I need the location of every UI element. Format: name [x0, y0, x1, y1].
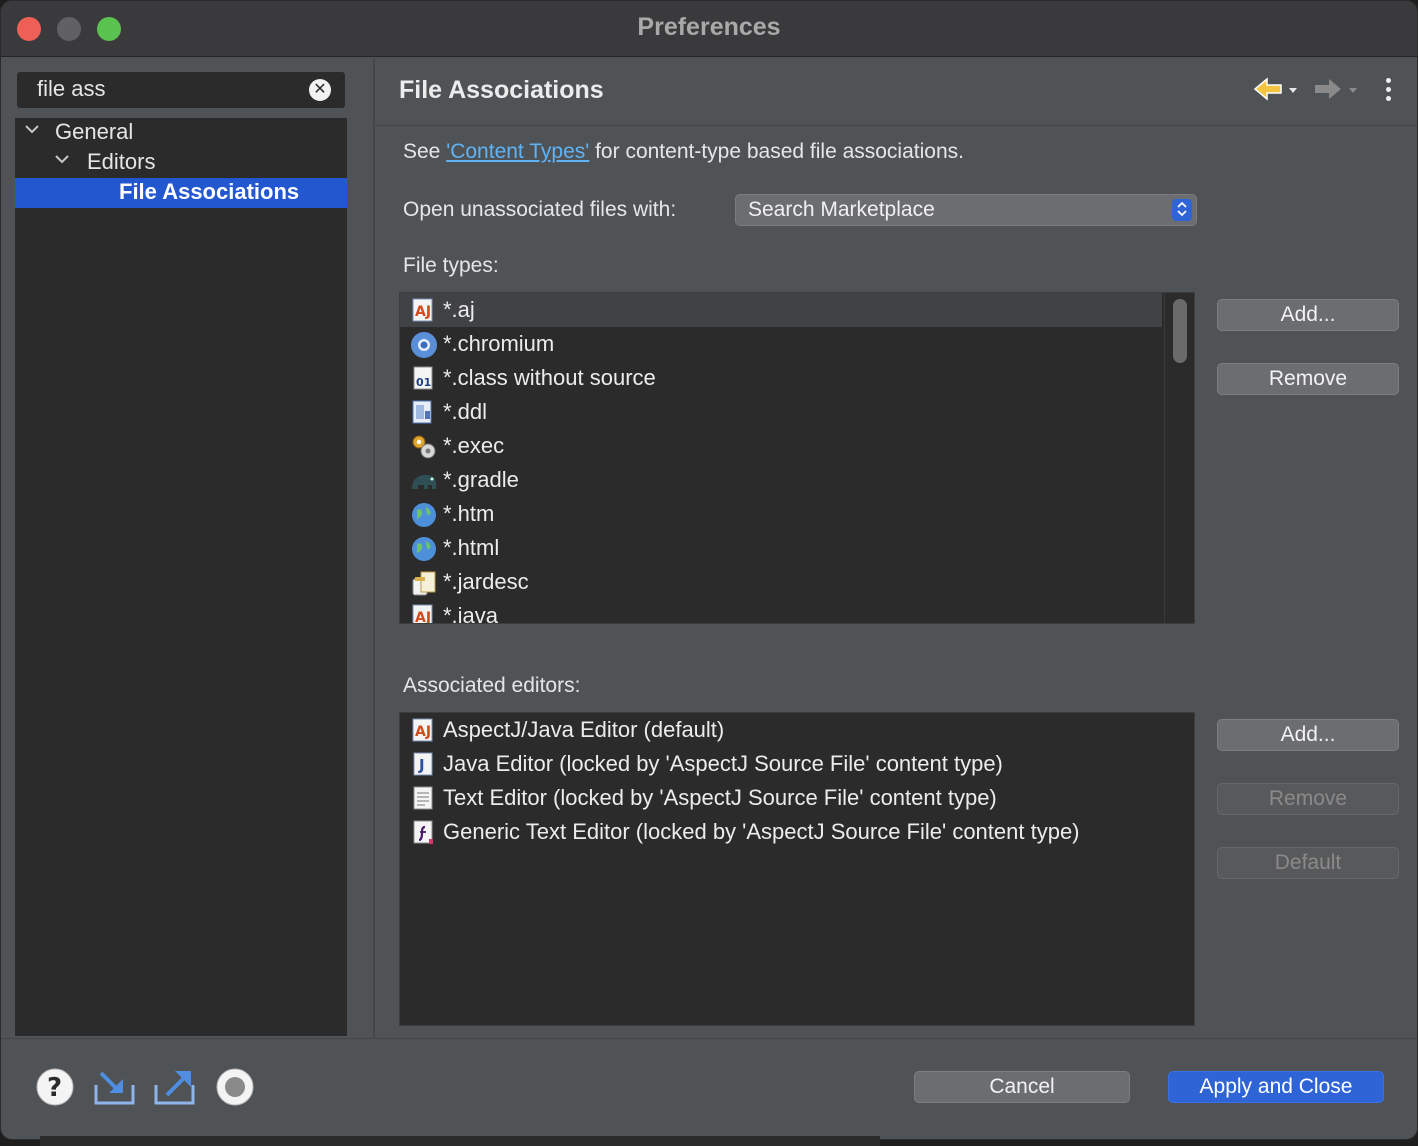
list-item[interactable]: *.ddl	[400, 395, 1162, 429]
editor-default-button[interactable]: Default	[1217, 847, 1399, 879]
chevron-down-icon[interactable]	[53, 150, 71, 173]
generic-editor-icon	[410, 819, 436, 845]
content-types-link[interactable]: 'Content Types'	[446, 140, 589, 163]
preferences-window: Preferences file ass ✕ General Editors F…	[0, 0, 1418, 1140]
file-types-label: File types:	[403, 254, 499, 277]
title-bar: Preferences	[1, 1, 1417, 57]
globe-icon	[410, 501, 436, 527]
aspectj-file-icon: AJ	[410, 297, 436, 323]
list-item-label: *.ddl	[443, 399, 488, 424]
list-item[interactable]: *.htm	[400, 497, 1162, 531]
list-item-label: *.chromium	[443, 331, 555, 356]
exec-gears-icon	[410, 433, 436, 459]
editor-remove-button[interactable]: Remove	[1217, 783, 1399, 815]
svg-text:?: ?	[47, 1073, 62, 1103]
list-item[interactable]: AJ *.java	[400, 599, 1162, 624]
list-item-label: *.java	[443, 603, 499, 624]
list-item-label: *.htm	[443, 501, 495, 526]
help-icon[interactable]: ?	[35, 1067, 75, 1107]
import-icon[interactable]	[93, 1067, 135, 1107]
list-item-label: Generic Text Editor (locked by 'AspectJ …	[443, 819, 1080, 844]
open-unassociated-label: Open unassociated files with:	[403, 198, 677, 221]
file-types-scrollbar[interactable]	[1164, 293, 1194, 623]
chromium-globe-icon	[410, 331, 437, 358]
globe-icon	[410, 535, 436, 561]
updown-chevron-icon[interactable]	[1172, 199, 1192, 221]
svg-text:01: 01	[416, 376, 431, 389]
list-item-label: *.exec	[443, 433, 505, 458]
list-item[interactable]: *.jardesc	[400, 565, 1162, 599]
record-oomph-icon[interactable]	[215, 1067, 255, 1107]
list-item[interactable]: *.gradle	[400, 463, 1162, 497]
tree-item-label: File Associations	[119, 179, 300, 204]
list-item-label: *.aj	[443, 297, 475, 322]
background-window-strip	[40, 1136, 880, 1146]
cancel-button[interactable]: Cancel	[914, 1071, 1130, 1103]
chevron-down-icon[interactable]	[23, 120, 41, 143]
list-item[interactable]: *.chromium	[400, 327, 1162, 361]
list-item[interactable]: *.html	[400, 531, 1162, 565]
list-item-label: Java Editor (locked by 'AspectJ Source F…	[443, 751, 1003, 776]
tree-item-file-associations[interactable]: File Associations	[15, 178, 347, 208]
list-item[interactable]: AJ *.aj	[400, 293, 1162, 327]
gradle-elephant-icon	[410, 467, 436, 493]
back-arrow-icon	[1253, 77, 1297, 101]
file-type-add-button[interactable]: Add...	[1217, 299, 1399, 331]
class-file-icon: 01	[410, 365, 436, 391]
preferences-navigation: file ass ✕ General Editors File Associat…	[1, 58, 373, 1038]
window-title: Preferences	[637, 13, 781, 41]
file-type-remove-button[interactable]: Remove	[1217, 363, 1399, 395]
export-icon[interactable]	[153, 1067, 195, 1107]
list-item[interactable]: Generic Text Editor (locked by 'AspectJ …	[400, 815, 1194, 849]
back-button[interactable]	[1253, 76, 1303, 106]
list-item[interactable]: *.exec	[400, 429, 1162, 463]
tree-item-editors[interactable]: Editors	[15, 148, 347, 178]
hint-suffix: for content-type based file associations…	[589, 140, 964, 163]
ddl-file-icon	[410, 399, 436, 425]
scrollbar-thumb[interactable]	[1173, 299, 1187, 363]
preference-tree: General Editors File Associations	[15, 118, 347, 1036]
list-item[interactable]: J Java Editor (locked by 'AspectJ Source…	[400, 747, 1194, 781]
svg-text:AJ: AJ	[415, 610, 431, 624]
text-editor-icon	[410, 785, 436, 811]
apply-and-close-button[interactable]: Apply and Close	[1168, 1071, 1384, 1103]
svg-text:J: J	[418, 756, 425, 774]
page-header: File Associations	[375, 58, 1417, 126]
forward-button[interactable]	[1313, 76, 1363, 106]
aspectj-editor-icon: AJ	[410, 717, 436, 743]
editor-add-button[interactable]: Add...	[1217, 719, 1399, 751]
list-item-label: *.html	[443, 535, 500, 560]
associated-editors-list[interactable]: AJ AspectJ/Java Editor (default) J Java …	[399, 712, 1195, 1026]
select-value: Search Marketplace	[748, 198, 935, 221]
filter-value[interactable]: file ass	[37, 76, 105, 102]
list-item[interactable]: 01 *.class without source	[400, 361, 1162, 395]
java-editor-icon: J	[410, 751, 436, 777]
list-item[interactable]: Text Editor (locked by 'AspectJ Source F…	[400, 781, 1194, 815]
filter-input[interactable]: file ass ✕	[17, 72, 345, 108]
forward-arrow-icon	[1315, 79, 1357, 99]
preference-page: File Associations See 'Content Types' fo…	[375, 58, 1417, 1038]
clear-circle-icon[interactable]: ✕	[309, 79, 331, 101]
tree-item-general[interactable]: General	[15, 118, 347, 148]
list-item[interactable]: AJ AspectJ/Java Editor (default)	[400, 713, 1194, 747]
content-types-hint: See 'Content Types' for content-type bas…	[403, 140, 964, 164]
jar-descriptor-icon	[410, 569, 436, 596]
list-item-label: *.gradle	[443, 467, 519, 492]
list-item-label: AspectJ/Java Editor (default)	[443, 717, 725, 742]
hint-prefix: See	[403, 140, 447, 163]
open-unassociated-select[interactable]: Search Marketplace	[735, 194, 1197, 226]
list-item-label: *.class without source	[443, 365, 656, 390]
tree-item-label: General	[55, 119, 134, 144]
list-item-label: Text Editor (locked by 'AspectJ Source F…	[443, 785, 997, 810]
dialog-footer: ? Cancel Apply and Close	[1, 1038, 1417, 1139]
svg-text:AJ: AJ	[415, 724, 431, 740]
tree-item-label: Editors	[87, 149, 156, 174]
associated-editors-label: Associated editors:	[403, 674, 581, 697]
aspectj-file-icon: AJ	[410, 603, 436, 624]
list-item-label: *.jardesc	[443, 569, 529, 594]
file-types-list[interactable]: AJ *.aj *.chromium 01 *.class without so…	[399, 292, 1195, 624]
more-options-icon[interactable]	[1381, 78, 1395, 108]
svg-text:AJ: AJ	[415, 304, 431, 320]
page-title: File Associations	[399, 76, 604, 104]
